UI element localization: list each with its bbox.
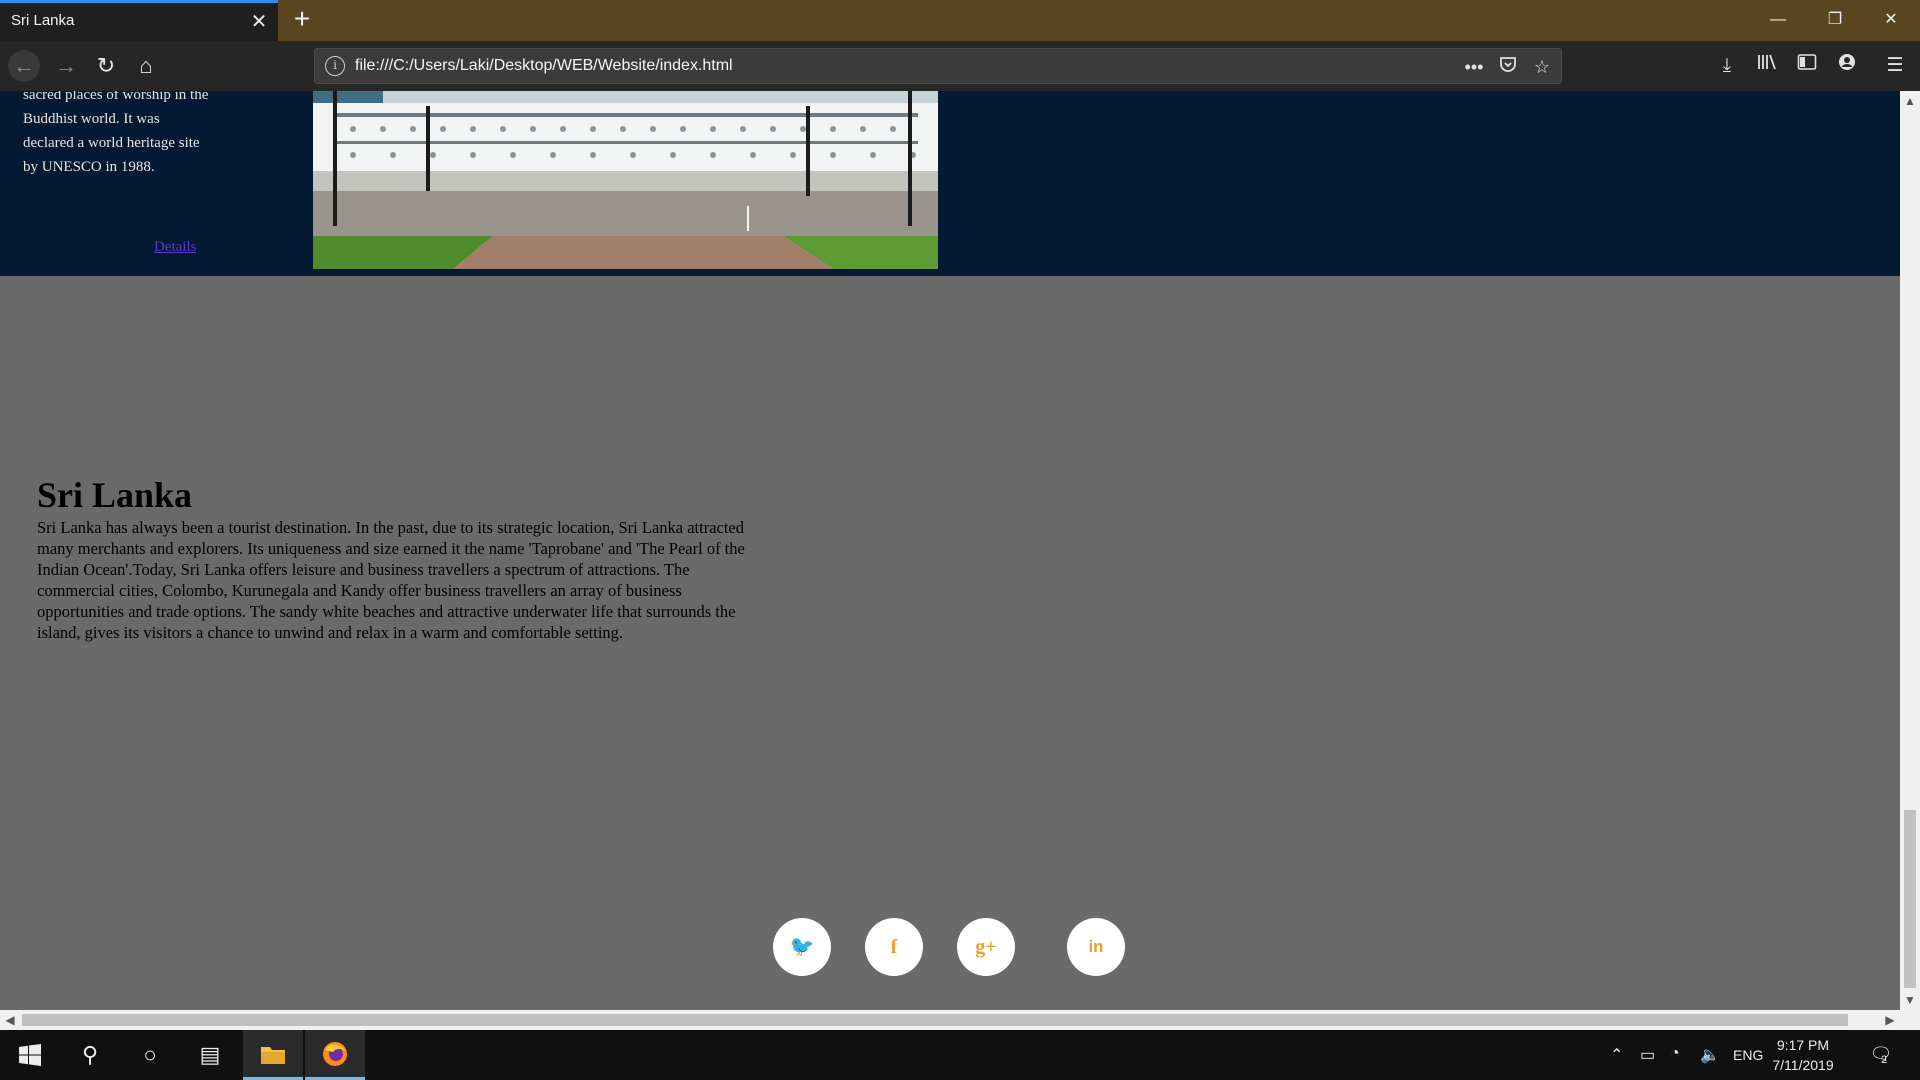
clock-date: 7/11/2019 [1772, 1057, 1834, 1073]
clock[interactable]: 9:17 PM 7/11/2019 [1758, 1035, 1848, 1075]
reload-icon[interactable]: ↻ [90, 50, 122, 82]
facebook-icon: f [890, 936, 898, 958]
bookmark-star-icon[interactable]: ☆ [1529, 54, 1555, 80]
address-bar[interactable]: i file:///C:/Users/Laki/Desktop/WEB/Webs… [314, 48, 1562, 84]
linkedin-icon: in [1088, 937, 1104, 956]
attraction-description: sacred places of worship in the Buddhist… [23, 91, 209, 175]
library-icon[interactable] [1753, 52, 1781, 80]
menu-icon[interactable]: ☰ [1881, 52, 1909, 80]
vertical-scrollbar[interactable]: ▲ ▼ [1900, 91, 1920, 1010]
forward-arrow-icon[interactable]: → [50, 50, 82, 82]
restore-button[interactable]: ❐ [1812, 5, 1858, 35]
page-actions-icon[interactable]: ••• [1461, 54, 1487, 80]
scroll-right-icon[interactable]: ▶ [1880, 1010, 1900, 1030]
new-tab-button[interactable]: + [288, 5, 316, 34]
screen: Sri Lanka ✕ + — ❐ ✕ ← → ↻ ⌂ i file:///C:… [0, 0, 1920, 1080]
search-icon[interactable]: ⚲ [60, 1030, 120, 1080]
scrollbar-corner [1900, 1010, 1920, 1030]
navigation-toolbar: ← → ↻ ⌂ i file:///C:/Users/Laki/Desktop/… [0, 41, 1920, 91]
pocket-icon[interactable] [1495, 54, 1521, 80]
tab-title: Sri Lanka [11, 12, 75, 29]
scroll-down-icon[interactable]: ▼ [1900, 990, 1920, 1010]
page-viewport: sacred places of worship in the Buddhist… [0, 91, 1900, 1010]
temple-photo [313, 91, 938, 269]
home-icon[interactable]: ⌂ [130, 50, 162, 82]
sidebar-icon[interactable] [1793, 52, 1821, 80]
windows-taskbar: ⚲ ○ ▤ ⌃ ▭ ◔ 🔈 ENG 9:17 PM 7/11/2019 🗨 2 [0, 1030, 1920, 1080]
windows-start-icon[interactable] [0, 1030, 60, 1080]
section-body: Sri Lanka has always been a tourist dest… [37, 518, 745, 642]
twitter-icon: 🐦 [789, 936, 815, 958]
attraction-band: sacred places of worship in the Buddhist… [0, 91, 1900, 276]
tab-strip: Sri Lanka ✕ + — ❐ ✕ [0, 0, 1920, 41]
vertical-scroll-thumb[interactable] [1904, 810, 1916, 988]
tab-close-icon[interactable]: ✕ [248, 12, 270, 34]
cortana-icon[interactable]: ○ [120, 1030, 180, 1080]
scroll-left-icon[interactable]: ◀ [0, 1010, 20, 1030]
scroll-up-icon[interactable]: ▲ [1900, 91, 1920, 111]
volume-icon[interactable]: 🔈 [1700, 1045, 1720, 1065]
horizontal-scroll-thumb[interactable] [22, 1014, 1848, 1026]
google-plus-icon: g+ [975, 936, 997, 958]
site-info-icon[interactable]: i [325, 56, 345, 76]
firefox-icon[interactable] [305, 1030, 365, 1080]
back-arrow-icon[interactable]: ← [8, 50, 40, 82]
browser-tab[interactable]: Sri Lanka ✕ [0, 0, 278, 41]
account-icon[interactable] [1833, 52, 1861, 80]
close-window-button[interactable]: ✕ [1868, 5, 1914, 35]
notification-count: 2 [1881, 1054, 1888, 1066]
clock-time: 9:17 PM [1776, 1037, 1830, 1053]
facebook-button[interactable]: f [865, 918, 923, 976]
downloads-icon[interactable]: ⤓ [1713, 52, 1741, 80]
minimize-button[interactable]: — [1755, 5, 1801, 35]
section-title: Sri Lanka [37, 475, 193, 515]
horizontal-scrollbar[interactable]: ◀ ▶ [0, 1010, 1900, 1030]
details-link[interactable]: Details [154, 239, 197, 256]
file-explorer-icon[interactable] [243, 1030, 303, 1080]
show-hidden-icons-icon[interactable]: ⌃ [1610, 1045, 1623, 1065]
linkedin-button[interactable]: in [1067, 918, 1125, 976]
twitter-button[interactable]: 🐦 [773, 918, 831, 976]
url-text[interactable]: file:///C:/Users/Laki/Desktop/WEB/Websit… [355, 57, 733, 75]
google-plus-button[interactable]: g+ [957, 918, 1015, 976]
battery-icon[interactable]: ▭ [1640, 1045, 1655, 1065]
task-view-icon[interactable]: ▤ [180, 1030, 240, 1080]
wifi-icon[interactable]: ◔ [1670, 1045, 1680, 1063]
